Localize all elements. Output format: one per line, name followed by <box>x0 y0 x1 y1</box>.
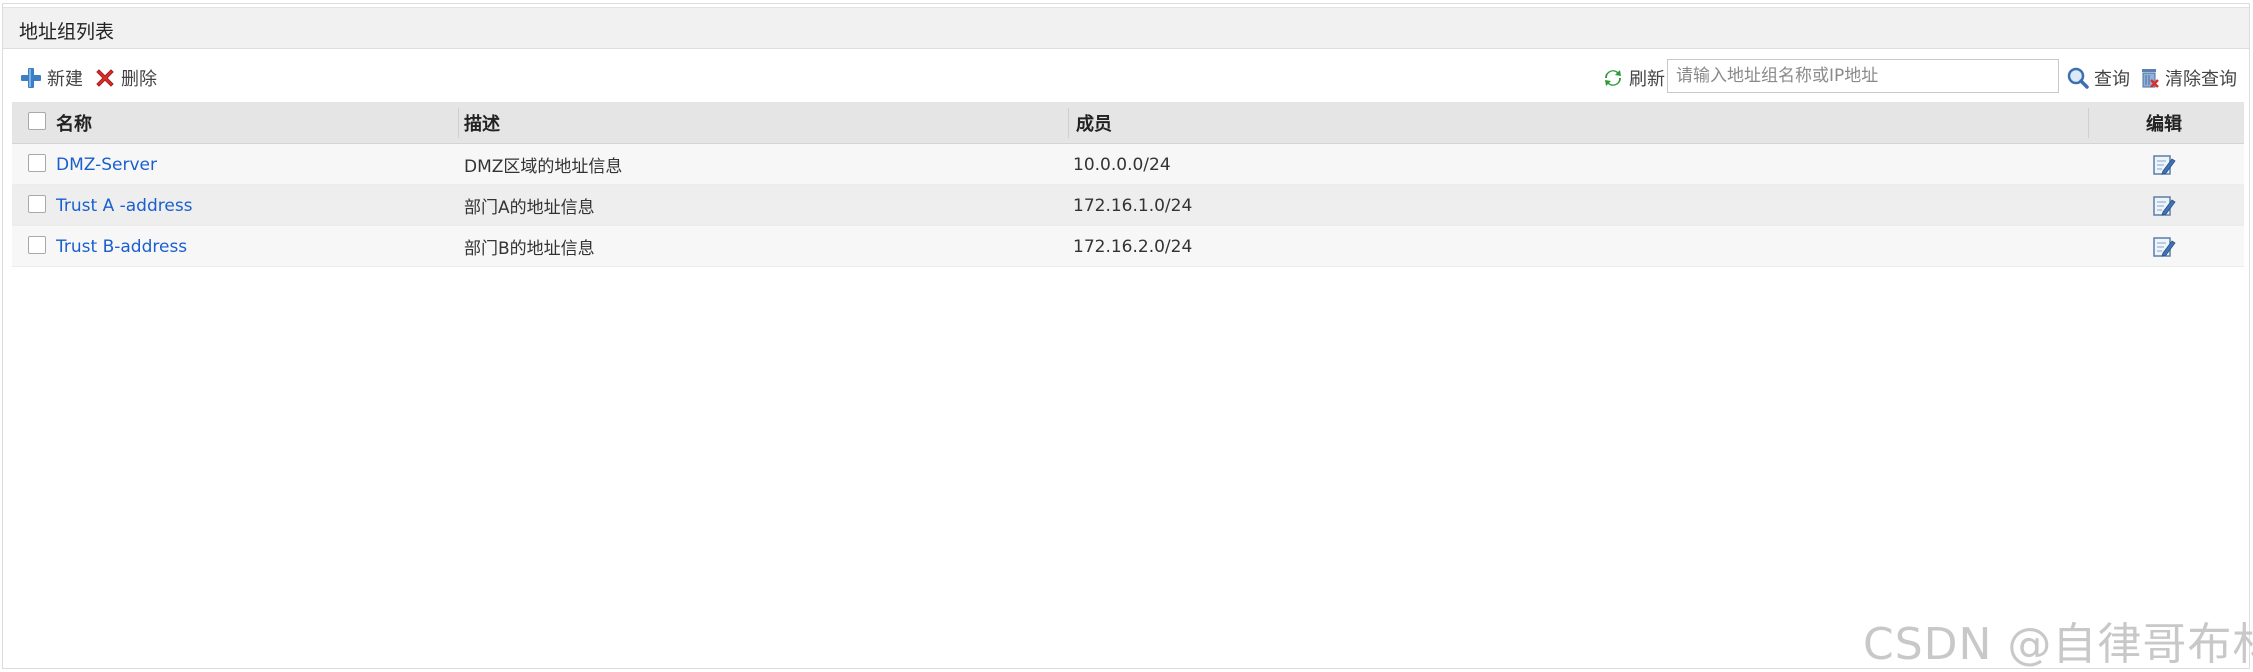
watermark: CSDN @自律哥布林 <box>1863 619 2253 670</box>
select-all-checkbox[interactable] <box>28 112 46 130</box>
toolbar: 新建 删除 刷新 请输入地址组名称或IP地址 查询 清除查询 <box>3 56 2249 100</box>
edit-icon[interactable] <box>2152 153 2176 181</box>
search-input[interactable] <box>1667 59 2059 93</box>
plus-icon <box>19 66 43 90</box>
column-divider[interactable] <box>2088 108 2089 138</box>
column-header-description: 描述 <box>464 114 500 135</box>
group-name-link[interactable]: DMZ-Server <box>56 155 157 175</box>
panel-header: 地址组列表 <box>3 7 2249 49</box>
trash-icon <box>2137 66 2161 90</box>
query-button[interactable]: 查询 <box>2066 64 2130 92</box>
group-members: 172.16.1.0/24 <box>1073 195 1193 216</box>
refresh-button-label: 刷新 <box>1629 69 1665 90</box>
group-description: DMZ区域的地址信息 <box>464 157 623 177</box>
column-header-name: 名称 <box>56 114 92 135</box>
edit-icon[interactable] <box>2152 235 2176 263</box>
row-checkbox[interactable] <box>28 236 46 254</box>
table-row: DMZ-Server DMZ区域的地址信息 10.0.0.0/24 <box>12 144 2244 185</box>
query-button-label: 查询 <box>2094 69 2130 90</box>
group-description: 部门A的地址信息 <box>464 198 595 218</box>
address-group-panel: 地址组列表 新建 删除 刷新 请输入地址组名称或IP地址 查询 清除查询 名称 … <box>2 3 2253 670</box>
clear-query-button-label: 清除查询 <box>2165 69 2237 90</box>
delete-button[interactable]: 删除 <box>93 64 157 92</box>
column-divider[interactable] <box>458 108 459 138</box>
row-checkbox[interactable] <box>28 195 46 213</box>
table-row: Trust B-address 部门B的地址信息 172.16.2.0/24 <box>12 226 2244 267</box>
panel-title: 地址组列表 <box>19 21 115 43</box>
table-header: 名称 描述 成员 编辑 <box>12 102 2244 144</box>
address-group-table: 名称 描述 成员 编辑 DMZ-Server DMZ区域的地址信息 10.0.0… <box>12 102 2244 267</box>
magnifier-icon <box>2066 66 2090 90</box>
group-name-link[interactable]: Trust A -address <box>56 196 193 216</box>
new-button[interactable]: 新建 <box>19 64 83 92</box>
table-row: Trust A -address 部门A的地址信息 172.16.1.0/24 <box>12 185 2244 226</box>
edit-icon[interactable] <box>2152 194 2176 222</box>
refresh-button[interactable]: 刷新 <box>1601 64 1665 92</box>
group-name-link[interactable]: Trust B-address <box>56 237 187 257</box>
red-x-icon <box>93 66 117 90</box>
column-divider[interactable] <box>1068 108 1069 138</box>
clear-query-button[interactable]: 清除查询 <box>2137 64 2237 92</box>
row-checkbox[interactable] <box>28 154 46 172</box>
new-button-label: 新建 <box>47 69 83 90</box>
delete-button-label: 删除 <box>121 69 157 90</box>
group-members: 10.0.0.0/24 <box>1073 154 1171 175</box>
group-description: 部门B的地址信息 <box>464 239 595 259</box>
group-members: 172.16.2.0/24 <box>1073 236 1193 257</box>
refresh-icon <box>1601 66 1625 90</box>
column-header-edit: 编辑 <box>2146 114 2182 135</box>
column-header-members: 成员 <box>1076 114 1112 135</box>
